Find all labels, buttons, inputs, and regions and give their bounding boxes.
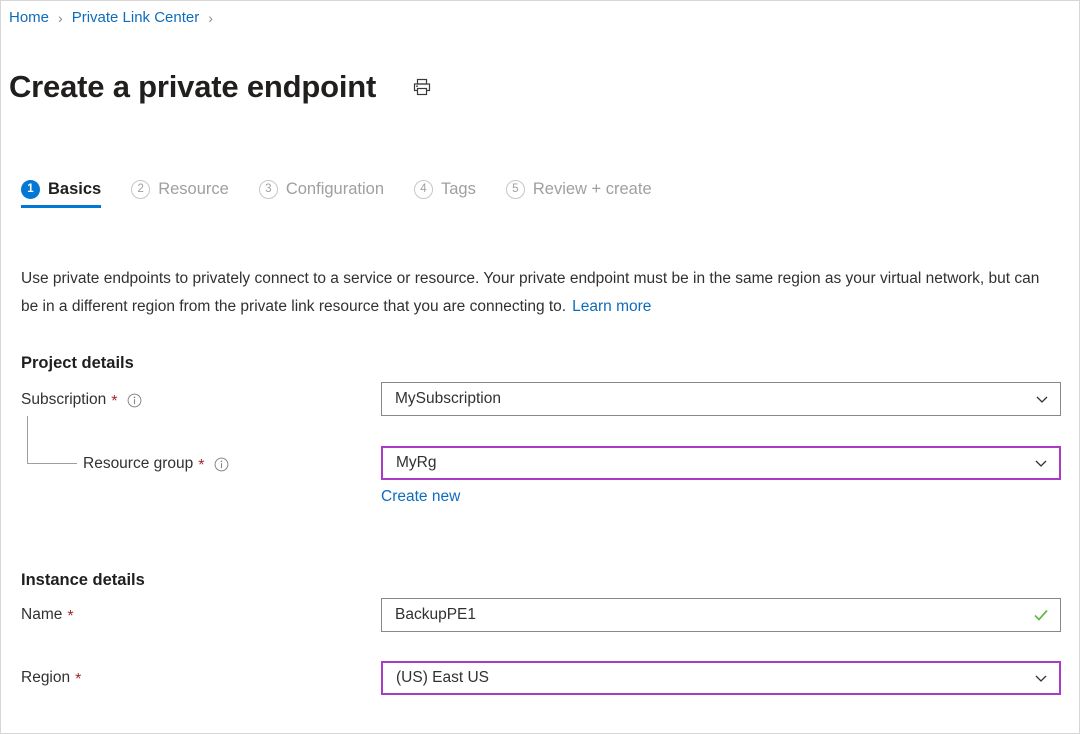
chevron-down-icon[interactable] — [1033, 670, 1049, 686]
subscription-dropdown[interactable]: MySubscription — [381, 382, 1061, 416]
check-icon-glyph — [1034, 609, 1048, 621]
tab-configuration-number: 3 — [258, 179, 278, 199]
resource-group-label: Resource group * — [83, 454, 229, 474]
region-label: Region * — [21, 668, 81, 688]
breadcrumb-separator-icon: › — [58, 10, 63, 26]
page-description-text: Use private endpoints to privately conne… — [21, 269, 1040, 315]
tab-basics[interactable]: 1 Basics — [21, 179, 102, 208]
resource-group-label-text: Resource group — [83, 455, 194, 472]
tab-configuration[interactable]: 3 Configuration — [258, 179, 384, 208]
chevron-down-icon[interactable] — [1034, 391, 1050, 407]
breadcrumb-separator-icon: › — [208, 10, 213, 26]
page-description: Use private endpoints to privately conne… — [21, 265, 1056, 321]
name-required-marker: * — [67, 608, 74, 625]
subscription-label-text: Subscription — [21, 391, 107, 408]
subscription-label: Subscription * — [21, 390, 142, 410]
tab-tags-label: Tags — [441, 180, 476, 198]
chevron-down-icon[interactable] — [1033, 455, 1049, 471]
chevron-down-icon-glyph — [1035, 675, 1047, 682]
info-icon-glyph — [127, 393, 141, 407]
page-title: Create a private endpoint — [9, 68, 377, 104]
info-icon[interactable] — [214, 457, 229, 472]
name-label-text: Name — [21, 606, 63, 623]
chevron-down-icon-glyph — [1035, 460, 1047, 467]
tab-review-create-label: Review + create — [532, 180, 652, 198]
name-input[interactable]: BackupPE1 — [381, 598, 1061, 632]
learn-more-link[interactable]: Learn more — [572, 298, 651, 315]
printer-icon-glyph — [413, 78, 431, 95]
tab-resource-label: Resource — [158, 180, 229, 198]
tab-review-create[interactable]: 5 Review + create — [505, 179, 652, 208]
info-icon[interactable] — [127, 393, 142, 408]
subscription-value: MySubscription — [395, 390, 501, 407]
create-new-resource-group-link[interactable]: Create new — [381, 487, 460, 507]
tab-resource-number: 2 — [131, 179, 151, 199]
resource-group-tree-connector — [27, 416, 77, 464]
resource-group-value: MyRg — [396, 454, 437, 471]
info-icon-glyph — [214, 457, 228, 471]
create-private-endpoint-page: Home › Private Link Center › Create a pr… — [0, 0, 1080, 734]
breadcrumb-item-home[interactable]: Home — [9, 9, 49, 27]
section-heading-project-details: Project details — [21, 353, 134, 372]
section-heading-instance-details: Instance details — [21, 570, 145, 589]
resource-group-required-marker: * — [198, 457, 205, 474]
tab-tags-number: 4 — [414, 179, 433, 199]
wizard-tabs: 1 Basics 2 Resource 3 Configuration 4 Ta… — [21, 179, 682, 208]
resource-group-dropdown[interactable]: MyRg — [381, 446, 1061, 480]
name-label: Name * — [21, 605, 74, 625]
tab-configuration-label: Configuration — [285, 180, 384, 198]
title-row: Create a private endpoint — [9, 47, 435, 127]
tab-basics-label: Basics — [48, 180, 102, 198]
check-icon — [1032, 606, 1050, 624]
region-dropdown[interactable]: (US) East US — [381, 661, 1061, 695]
name-value: BackupPE1 — [395, 606, 476, 623]
tab-tags[interactable]: 4 Tags — [414, 179, 476, 208]
region-required-marker: * — [75, 671, 82, 688]
tab-basics-number: 1 — [21, 179, 40, 199]
tab-resource[interactable]: 2 Resource — [131, 179, 229, 208]
tab-active-indicator — [21, 205, 102, 208]
chevron-down-icon-glyph — [1036, 396, 1048, 403]
breadcrumb-item-private-link-center[interactable]: Private Link Center — [72, 9, 200, 27]
tab-review-create-number: 5 — [505, 179, 525, 199]
region-value: (US) East US — [396, 669, 490, 686]
subscription-required-marker: * — [111, 393, 118, 410]
printer-icon[interactable] — [409, 74, 435, 100]
breadcrumb: Home › Private Link Center › — [9, 9, 222, 27]
region-label-text: Region — [21, 669, 71, 686]
